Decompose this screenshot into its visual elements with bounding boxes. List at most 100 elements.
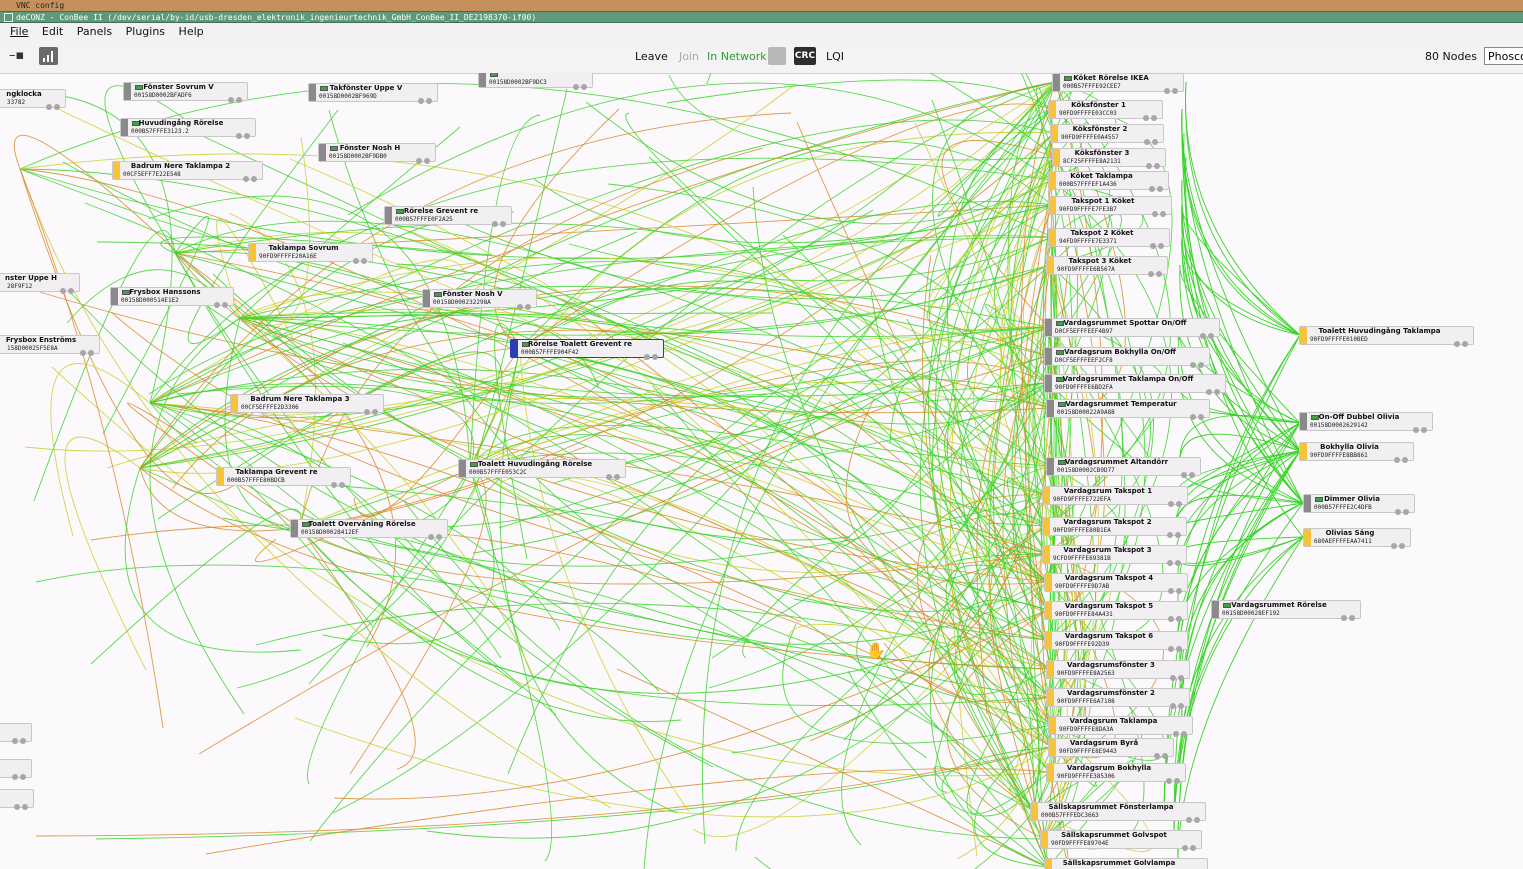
- network-node[interactable]: Vardagsrum Takspot 4 90FD9FFFFE9D7AB: [1044, 573, 1188, 594]
- port-dot-icon[interactable]: [331, 482, 337, 488]
- port-dot-icon[interactable]: [1160, 211, 1166, 217]
- port-dot-icon[interactable]: [236, 133, 242, 139]
- node-ports[interactable]: [331, 473, 347, 488]
- network-node[interactable]: Takspot 1 Köket 90FD9FFFFE7FE3B7: [1048, 196, 1172, 217]
- node-ports[interactable]: [1146, 154, 1162, 169]
- network-node[interactable]: 00158D0002BF9DC3: [478, 73, 593, 90]
- network-node[interactable]: Vardagsrum Takspot 6 90FD9FFFFE92D39: [1044, 631, 1188, 652]
- node-ports[interactable]: [1190, 353, 1206, 368]
- port-dot-icon[interactable]: [1176, 588, 1182, 594]
- node-ports[interactable]: [1166, 769, 1182, 784]
- network-node[interactable]: Vardagsrum Takspot 5 90FD9FFFFE84A431: [1044, 601, 1188, 622]
- network-node[interactable]: Rörelse Grevent re 000B57FFFE0F2A25: [384, 206, 512, 227]
- port-dot-icon[interactable]: [1150, 243, 1156, 249]
- join-button[interactable]: Join: [679, 49, 699, 65]
- network-node[interactable]: Vardagsrum Takspot 2 90FD9FFFFE80B1EA: [1042, 517, 1187, 538]
- network-node[interactable]: Vardagsrum Byrå 90FD9FFFFE8E9443: [1048, 738, 1174, 759]
- port-dot-icon[interactable]: [573, 84, 579, 90]
- port-dot-icon[interactable]: [1172, 88, 1178, 94]
- port-dot-icon[interactable]: [1178, 703, 1184, 709]
- network-node[interactable]: Vardagsrum Takspot 1 90FD9FFFFE722EFA: [1042, 486, 1188, 507]
- network-node[interactable]: Köksfönster 3 8CF25FFFFE8A2131: [1052, 148, 1166, 169]
- port-dot-icon[interactable]: [1143, 115, 1149, 121]
- port-dot-icon[interactable]: [1403, 509, 1409, 515]
- node-ports[interactable]: [364, 400, 380, 415]
- port-dot-icon[interactable]: [1168, 616, 1174, 622]
- network-node[interactable]: Vardagsrum Takspot 3 9CFD9FFFFE69381B: [1042, 545, 1187, 566]
- search-input[interactable]: [1484, 47, 1523, 65]
- port-dot-icon[interactable]: [1151, 115, 1157, 121]
- port-dot-icon[interactable]: [251, 176, 257, 182]
- port-dot-icon[interactable]: [46, 104, 52, 110]
- node-ports[interactable]: [606, 465, 622, 480]
- network-node[interactable]: nster Uppe H 28F9F12: [0, 273, 80, 294]
- node-ports[interactable]: [1149, 177, 1165, 192]
- network-node[interactable]: Vardagsrum Taklampa 90FD9FFFFE8DA3A: [1048, 716, 1193, 737]
- network-node[interactable]: Köksfönster 2 90FD9FFFFE0A4557: [1050, 124, 1164, 145]
- port-dot-icon[interactable]: [1190, 414, 1196, 420]
- port-dot-icon[interactable]: [1148, 271, 1154, 277]
- port-dot-icon[interactable]: [492, 221, 498, 227]
- network-node[interactable]: Frysbox Hanssons 00158D000514E1E2: [110, 287, 234, 308]
- port-dot-icon[interactable]: [1175, 532, 1181, 538]
- port-dot-icon[interactable]: [1166, 778, 1172, 784]
- port-dot-icon[interactable]: [1421, 427, 1427, 433]
- node-ports[interactable]: [1144, 130, 1160, 145]
- node-ports[interactable]: [1164, 79, 1180, 94]
- node-ports[interactable]: [1170, 666, 1186, 681]
- node-ports[interactable]: [1167, 523, 1183, 538]
- node-ports[interactable]: [1190, 405, 1206, 420]
- menu-file[interactable]: File: [10, 23, 28, 41]
- node-ports[interactable]: [1341, 606, 1357, 621]
- node-ports[interactable]: [1154, 744, 1170, 759]
- port-dot-icon[interactable]: [614, 474, 620, 480]
- node-ports[interactable]: [214, 293, 230, 308]
- port-dot-icon[interactable]: [1152, 139, 1158, 145]
- port-dot-icon[interactable]: [1176, 616, 1182, 622]
- network-node[interactable]: Vardagsrummet Temperatur 00158D00022A9A88: [1046, 399, 1210, 420]
- port-dot-icon[interactable]: [12, 738, 18, 744]
- node-ports[interactable]: [1394, 448, 1410, 463]
- network-node[interactable]: Fönster Sovrum V 00158D0002BFADF6: [123, 82, 248, 103]
- port-dot-icon[interactable]: [1154, 163, 1160, 169]
- port-dot-icon[interactable]: [1170, 675, 1176, 681]
- network-node[interactable]: Vardagsrum Bokhylla 90FD9FFFFE385306: [1046, 763, 1186, 784]
- node-ports[interactable]: [60, 279, 76, 294]
- node-ports[interactable]: [1143, 106, 1159, 121]
- network-node[interactable]: Vardagsrummet Altandörr 00158D0002CB9D77: [1046, 457, 1201, 478]
- network-node[interactable]: Huvudingång Rörelse 000B57FFFE3123.2: [120, 118, 256, 139]
- port-dot-icon[interactable]: [1454, 341, 1460, 347]
- network-node[interactable]: Vardagsrummet Rörelse 00158D00028EF192: [1211, 600, 1361, 621]
- port-dot-icon[interactable]: [1349, 615, 1355, 621]
- port-dot-icon[interactable]: [60, 288, 66, 294]
- node-ports[interactable]: [12, 765, 28, 780]
- port-dot-icon[interactable]: [1168, 646, 1174, 652]
- port-dot-icon[interactable]: [361, 258, 367, 264]
- port-dot-icon[interactable]: [1181, 472, 1187, 478]
- network-node[interactable]: Toalett Övervåning Rörelse 00158D00028412…: [290, 519, 448, 540]
- port-dot-icon[interactable]: [517, 304, 523, 310]
- network-node[interactable]: [0, 723, 32, 744]
- network-node[interactable]: Toalett Huvudingång Taklampa 90FD9FFFFE01…: [1299, 326, 1474, 347]
- network-node[interactable]: Vardagsrummet Taklampa On/Off 90FD9FFFFE6…: [1044, 374, 1226, 395]
- node-ports[interactable]: [1188, 864, 1204, 869]
- port-dot-icon[interactable]: [80, 350, 86, 356]
- port-dot-icon[interactable]: [1186, 817, 1192, 823]
- port-dot-icon[interactable]: [1144, 139, 1150, 145]
- network-node[interactable]: Olivias Säng 680AEFFFFEAA7411: [1303, 528, 1411, 549]
- network-node[interactable]: Vardagsrumsfönster 3 90FD9FFFFE8A2563: [1046, 660, 1190, 681]
- menu-panels[interactable]: Panels: [77, 23, 112, 41]
- port-dot-icon[interactable]: [1162, 753, 1168, 759]
- port-dot-icon[interactable]: [652, 354, 658, 360]
- network-node[interactable]: [0, 789, 34, 810]
- port-dot-icon[interactable]: [222, 302, 228, 308]
- port-dot-icon[interactable]: [372, 409, 378, 415]
- port-dot-icon[interactable]: [426, 98, 432, 104]
- port-dot-icon[interactable]: [1214, 389, 1220, 395]
- port-dot-icon[interactable]: [12, 774, 18, 780]
- node-ports[interactable]: [1200, 324, 1216, 339]
- node-ports[interactable]: [14, 795, 30, 810]
- window-menu-icon[interactable]: [4, 13, 13, 22]
- node-ports[interactable]: [644, 345, 660, 360]
- network-node[interactable]: Köksfönster 1 90FD9FFFFE03CC03: [1048, 100, 1163, 121]
